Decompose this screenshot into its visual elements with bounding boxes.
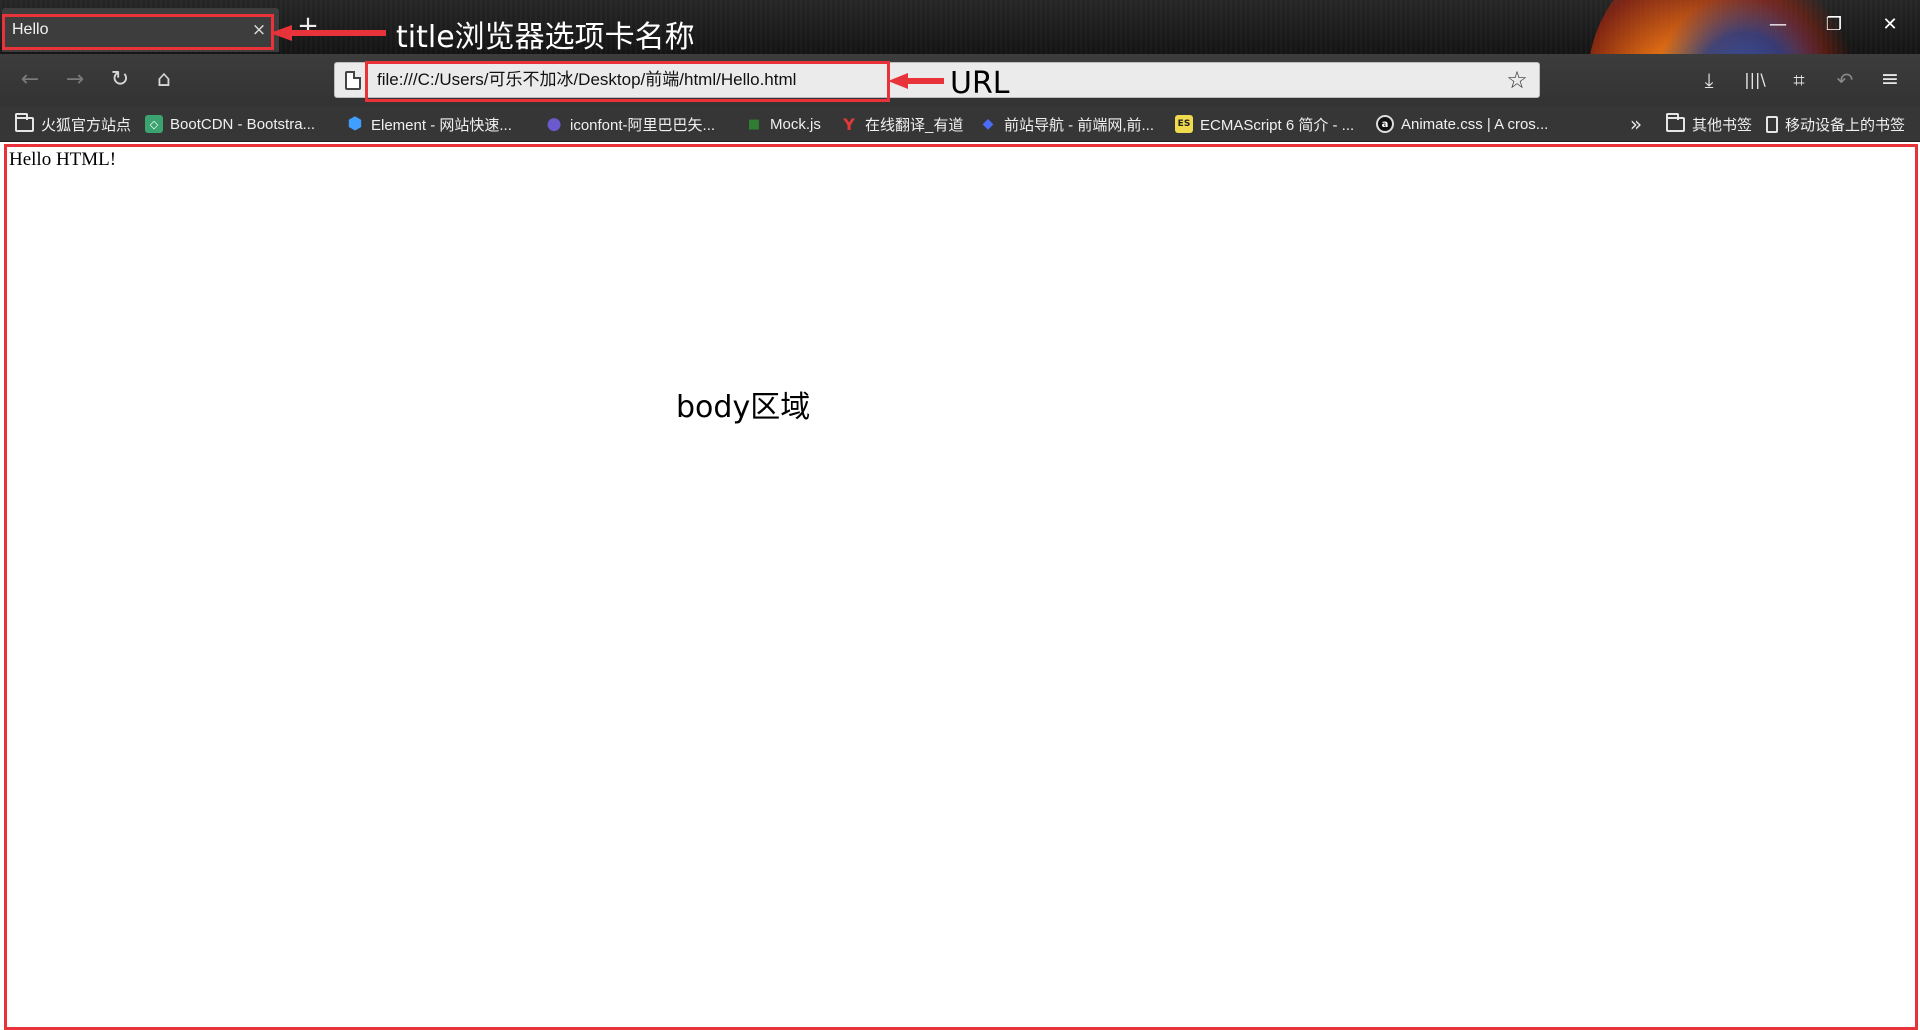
tab-title: Hello: [12, 21, 49, 38]
mobile-icon: [1766, 115, 1778, 133]
screenshot-button[interactable]: ⌗: [1782, 64, 1816, 96]
bookmark-label: Element - 网站快速...: [371, 116, 512, 134]
bookmark-youdao[interactable]: Y 在线翻译_有道: [840, 106, 963, 142]
bookmark-label: BootCDN - Bootstra...: [170, 115, 316, 133]
new-tab-button[interactable]: +: [294, 12, 322, 40]
bookmark-element[interactable]: ⬢ Element - 网站快速...: [346, 106, 512, 142]
close-window-button[interactable]: ✕: [1870, 10, 1910, 40]
youdao-icon: Y: [843, 114, 855, 134]
browser-tab[interactable]: Hello ×: [2, 8, 279, 52]
annotation-url-label: URL: [950, 66, 1010, 101]
bookmark-label: Mock.js: [770, 115, 821, 133]
page-content: Hello HTML!: [0, 142, 1920, 1030]
mockjs-icon: ■: [747, 116, 761, 132]
url-input[interactable]: file:///C:/Users/可乐不加冰/Desktop/前端/html/H…: [377, 63, 796, 97]
bookmark-label: 其他书签: [1692, 116, 1753, 134]
bookmarks-bar: 火狐官方站点 ◇ BootCDN - Bootstra... ⬢ Element…: [0, 106, 1920, 142]
bookmark-ecmascript[interactable]: ES ECMAScript 6 简介 - ...: [1175, 106, 1354, 142]
url-bar[interactable]: file:///C:/Users/可乐不加冰/Desktop/前端/html/H…: [334, 62, 1540, 98]
bookmark-label: 火狐官方站点: [41, 116, 132, 134]
bookmark-label: 移动设备上的书签: [1785, 116, 1906, 134]
animate-icon: a: [1376, 115, 1394, 133]
bookmark-frontend-nav[interactable]: ◆ 前站导航 - 前端网,前...: [979, 106, 1154, 142]
bookmark-bootcdn[interactable]: ◇ BootCDN - Bootstra...: [145, 106, 315, 142]
bookmark-label: iconfont-阿里巴巴矢...: [570, 116, 716, 134]
maximize-button[interactable]: ❐: [1814, 10, 1854, 40]
bookmark-animate-css[interactable]: a Animate.css | A cros...: [1376, 106, 1548, 142]
back-button[interactable]: ←: [13, 64, 47, 96]
bookmark-firefox-official[interactable]: 火狐官方站点: [15, 106, 131, 142]
iconfont-icon: ●: [546, 114, 562, 134]
folder-icon: [1666, 112, 1685, 132]
title-bar: Hello × + — ❐ ✕: [0, 0, 1920, 54]
tab-close-icon[interactable]: ×: [249, 20, 269, 40]
sync-button[interactable]: ↶: [1828, 64, 1862, 96]
library-button[interactable]: |||\: [1738, 64, 1772, 96]
bookmark-other[interactable]: 其他书签: [1666, 106, 1752, 142]
es-icon: ES: [1175, 115, 1193, 133]
bookmark-label: 前站导航 - 前端网,前...: [1004, 116, 1155, 134]
bookmark-mobile[interactable]: 移动设备上的书签: [1766, 106, 1905, 142]
bookmark-mockjs[interactable]: ■ Mock.js: [745, 106, 821, 142]
folder-icon: [15, 112, 34, 132]
bootcdn-icon: ◇: [145, 115, 163, 133]
page-icon: [345, 71, 361, 90]
minimize-button[interactable]: —: [1758, 10, 1798, 40]
bookmark-star-icon[interactable]: ☆: [1503, 65, 1531, 95]
home-button[interactable]: ⌂: [147, 64, 181, 96]
annotation-title-label: title浏览器选项卡名称: [396, 20, 695, 55]
forward-button[interactable]: →: [58, 64, 92, 96]
element-icon: ⬢: [347, 114, 363, 134]
page-text: Hello HTML!: [9, 149, 117, 170]
menu-button[interactable]: ≡: [1873, 64, 1907, 96]
reload-button[interactable]: ↻: [103, 64, 137, 96]
bookmarks-overflow-button[interactable]: »: [1622, 106, 1650, 142]
frontend-nav-icon: ◆: [982, 116, 994, 132]
annotation-body-label: body区域: [676, 390, 811, 425]
bookmark-label: Animate.css | A cros...: [1401, 115, 1549, 133]
download-button[interactable]: ⤓: [1692, 64, 1726, 96]
bookmark-label: ECMAScript 6 简介 - ...: [1200, 116, 1355, 134]
bookmark-label: 在线翻译_有道: [865, 116, 964, 134]
bookmark-iconfont[interactable]: ● iconfont-阿里巴巴矢...: [545, 106, 715, 142]
